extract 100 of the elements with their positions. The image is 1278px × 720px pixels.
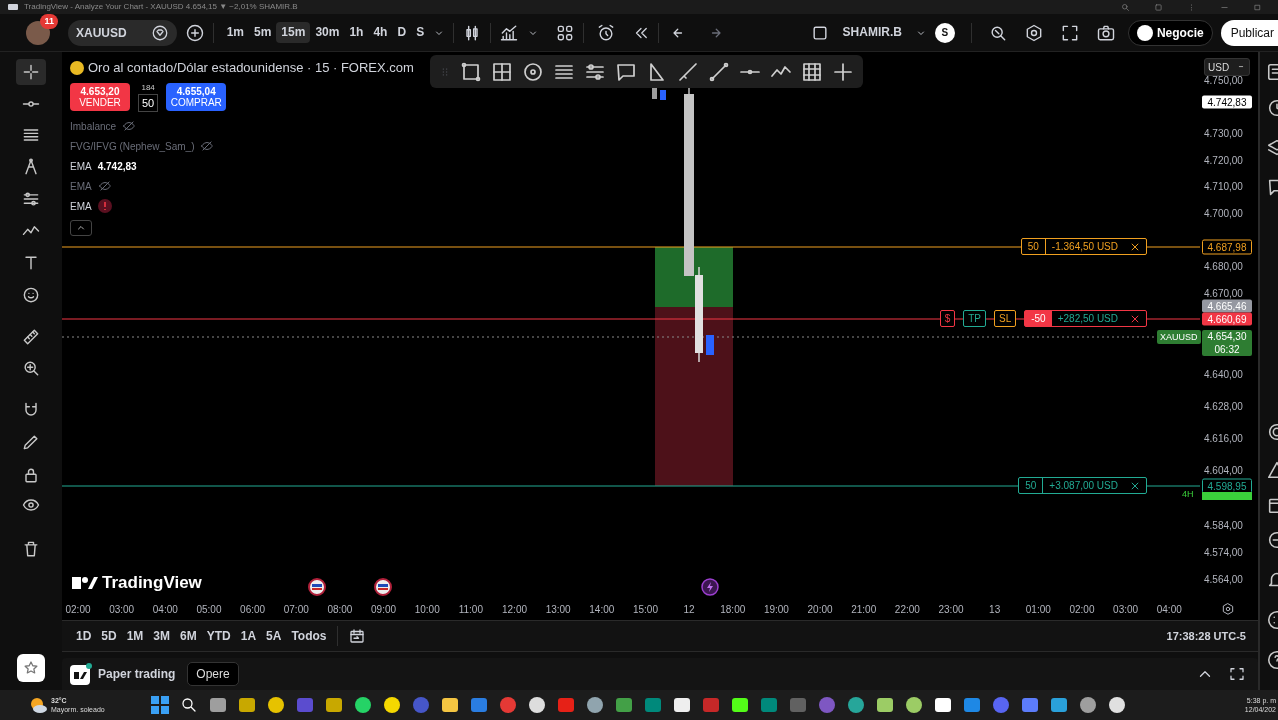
timeframe-tab[interactable]: 5m [249, 22, 277, 43]
taskbar-app-icon[interactable] [266, 696, 285, 714]
price-tick: 4.604,00 [1204, 463, 1243, 478]
order-quantity: 50 [1019, 478, 1044, 493]
add-symbol-icon[interactable] [184, 22, 205, 43]
price-tick: 4.670,00 [1204, 286, 1243, 301]
price-tick: 4.700,00 [1204, 206, 1243, 221]
price-tick: 4.750,00 [1204, 73, 1243, 88]
quantity-field[interactable]: 50 [138, 93, 159, 112]
price-tick: 4.730,00 [1204, 126, 1243, 141]
search-icon[interactable] [179, 696, 198, 714]
sell-button[interactable]: 4.653,20 VENDER [70, 82, 130, 111]
user-avatar[interactable] [24, 18, 52, 47]
pencil-icon [21, 432, 41, 452]
taskbar-app-icon[interactable] [440, 696, 459, 714]
flag-event-icon[interactable] [308, 578, 326, 596]
taskbar-app-icon[interactable] [672, 696, 691, 714]
taskbar-app-icon[interactable] [933, 696, 952, 714]
hidden-eye-icon[interactable] [97, 179, 112, 193]
range-button[interactable]: YTD [206, 625, 231, 647]
error-icon[interactable] [97, 199, 112, 213]
candle [652, 87, 657, 99]
range-button[interactable]: 1A [240, 625, 257, 647]
settings-icon[interactable] [1221, 602, 1235, 616]
account-menu[interactable]: SHAMIR.B [837, 22, 907, 43]
range-button[interactable]: 5D [101, 625, 117, 647]
taskbar-app-icon[interactable] [237, 696, 256, 714]
collapse-button[interactable] [70, 220, 92, 236]
range-button[interactable]: 1M [126, 625, 144, 647]
price-label: 4.742,83 [1202, 95, 1252, 109]
time-tick: 03:00 [109, 603, 135, 617]
symbol-search[interactable]: XAUUSD [68, 19, 177, 46]
timeframe-tab[interactable]: S [411, 22, 430, 43]
order-chip[interactable]: $ [939, 310, 956, 327]
timeframe-tab[interactable]: 1h [344, 22, 369, 43]
weather-icon[interactable] [29, 696, 47, 714]
time-tick: 06:00 [240, 603, 266, 617]
calendar-icon[interactable] [347, 627, 366, 645]
currency-dropdown[interactable]: USD [1204, 58, 1250, 76]
candle [660, 90, 666, 100]
order-chip[interactable]: TP [963, 310, 986, 327]
restore-icon[interactable] [1253, 2, 1262, 12]
time-tick: 15:00 [632, 603, 658, 617]
time-tick: 12:00 [502, 603, 527, 617]
timeframe-tab[interactable]: 4h [368, 22, 393, 43]
trade-button[interactable]: Opere [187, 662, 239, 686]
taskbar-app-icon[interactable] [1107, 696, 1126, 714]
range-button[interactable]: 1D [76, 625, 92, 647]
buy-button[interactable]: 4.655,04 COMPRAR [166, 82, 227, 111]
order-pnl: -1.364,50 USD [1050, 240, 1119, 254]
order-label[interactable]: -50 +282,50 USD [1024, 310, 1147, 327]
order-label[interactable]: 50 -1.364,50 USD [1020, 238, 1147, 255]
price-tick: 4.628,00 [1204, 399, 1243, 414]
crosshair-tool[interactable] [16, 59, 46, 85]
taskbar-app-icon[interactable] [585, 696, 604, 714]
taskbar-app-icon[interactable] [1078, 696, 1097, 714]
range-button[interactable]: 3M [153, 625, 171, 647]
paper-trading-logo-icon [70, 663, 92, 685]
maximize-icon[interactable] [1228, 665, 1246, 683]
taskbar-app-icon[interactable] [527, 696, 546, 714]
lightning-event-icon[interactable] [701, 578, 719, 596]
taskbar-app-icon[interactable] [875, 696, 894, 714]
taskbar-app-icon[interactable] [208, 696, 227, 714]
hidden-eye-icon[interactable] [122, 119, 137, 133]
taskbar-app-icon[interactable] [382, 696, 401, 714]
ruler-icon [21, 327, 41, 347]
order-label[interactable]: 50 +3.087,00 USD [1018, 477, 1147, 494]
hidden-eye-icon[interactable] [200, 139, 215, 153]
range-button[interactable]: 5A [266, 625, 282, 647]
indicator-name: FVG/IFVG (Nephew_Sam_) [70, 139, 195, 154]
price-tick: 4.584,00 [1204, 518, 1243, 533]
timeframe-tab[interactable]: D [392, 22, 412, 43]
start-menu-icon[interactable] [150, 696, 169, 714]
time-tick: 02:00 [1069, 603, 1095, 617]
interval-marker: 4H [1182, 488, 1194, 501]
star-icon [22, 659, 40, 677]
time-tick: 01:00 [1025, 603, 1051, 617]
taskbar-app-icon[interactable] [353, 696, 372, 714]
taskbar-app-icon[interactable] [730, 696, 749, 714]
range-button[interactable]: Todos [291, 625, 327, 647]
app-logo-icon [8, 3, 18, 11]
order-chip[interactable]: SL [994, 310, 1017, 327]
taskbar-app-icon[interactable] [846, 696, 865, 714]
currency-text: USD [1208, 60, 1230, 75]
timeframe-tab[interactable]: 1m [221, 22, 249, 43]
favorites-button[interactable] [17, 654, 45, 682]
trade-button[interactable]: Negocie [1127, 19, 1213, 46]
publish-button[interactable]: Publicar [1220, 19, 1278, 46]
flag-event-icon[interactable] [374, 578, 392, 596]
account-avatar[interactable]: S [934, 22, 955, 43]
timeframe-tab[interactable]: 30m [310, 22, 345, 43]
taskbar-app-icon[interactable] [904, 696, 923, 714]
price-label: 4.687,98 [1202, 239, 1252, 255]
symbol-logo-icon [70, 60, 84, 75]
taskbar-app-icon[interactable] [324, 696, 343, 714]
timeframe-tab[interactable]: 15m [276, 22, 311, 43]
taskbar-app-icon[interactable] [1049, 696, 1068, 714]
price-tick: 4.564,00 [1204, 572, 1243, 587]
range-button[interactable]: 6M [180, 625, 197, 647]
zoom-icon[interactable] [1121, 2, 1130, 12]
